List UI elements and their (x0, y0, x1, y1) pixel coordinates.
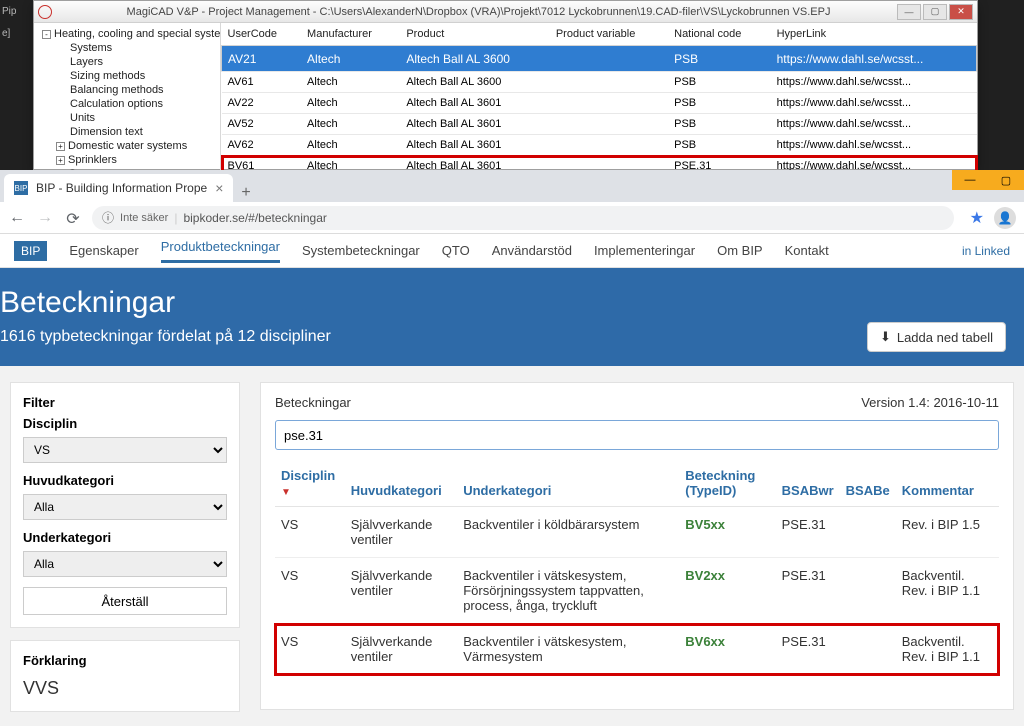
nav-item[interactable]: Egenskaper (69, 243, 138, 258)
browser-address-bar: ← → ⟳ ⓘ Inte säker | bipkoder.se/#/betec… (0, 202, 1024, 234)
site-nav: BIP Egenskaper Produktbeteckningar Syste… (0, 234, 1024, 268)
nav-item-active[interactable]: Produktbeteckningar (161, 239, 280, 263)
results-panel: Beteckningar Version 1.4: 2016-10-11 Dis… (260, 382, 1014, 710)
th-disciplin[interactable]: Disciplin ▼ (275, 460, 345, 507)
table-row[interactable]: AV52AltechAltech Ball AL 3601PSBhttps://… (222, 114, 977, 135)
magicad-grid[interactable]: UserCode Manufacturer Product Product va… (221, 23, 977, 171)
th-kommentar[interactable]: Kommentar (896, 460, 999, 507)
download-table-button[interactable]: ⬇ Ladda ned tabell (867, 322, 1006, 352)
autocad-left-ribbon: Pipe] (0, 0, 33, 170)
reload-button[interactable]: ⟳ (64, 209, 82, 227)
address-input[interactable]: ⓘ Inte säker | bipkoder.se/#/beteckninga… (92, 206, 954, 230)
sort-desc-icon: ▼ (281, 487, 291, 498)
filter-heading: Filter (23, 395, 227, 410)
table-row[interactable]: VSSjälvverkande ventilerBackventiler i v… (275, 558, 999, 624)
nav-item[interactable]: Användarstöd (492, 243, 572, 258)
minimize-button[interactable]: — (897, 4, 921, 20)
tree-item[interactable]: Dimension text (42, 125, 216, 139)
reset-button[interactable]: Återställ (23, 587, 227, 615)
hero-section: Beteckningar 1616 typbeteckningar fördel… (0, 268, 1024, 366)
filter-panel: Filter Disciplin VS Huvudkategori Alla U… (10, 382, 240, 628)
tree-item[interactable]: Sizing methods (42, 69, 216, 83)
huvudkategori-select[interactable]: Alla (23, 494, 227, 520)
version-label: Version 1.4: 2016-10-11 (861, 395, 999, 410)
table-row[interactable]: AV62AltechAltech Ball AL 3601PSBhttps://… (222, 135, 977, 156)
tree-item[interactable]: Sprinklers (68, 154, 117, 166)
table-row[interactable]: VSSjälvverkande ventilerBackventiler i v… (275, 624, 999, 675)
new-tab-button[interactable]: + (241, 184, 250, 202)
forklaring-panel: Förklaring VVS (10, 640, 240, 712)
col-manufacturer[interactable]: Manufacturer (301, 23, 400, 46)
tab-favicon: BIP (14, 181, 28, 195)
browser-maximize-button[interactable]: ▢ (988, 170, 1024, 190)
autocad-right-ribbon (978, 0, 1024, 170)
magicad-title: MagiCAD V&P - Project Management - C:\Us… (60, 6, 897, 18)
security-status: Inte säker (120, 212, 168, 224)
close-button[interactable]: ✕ (949, 4, 973, 20)
table-row[interactable]: AV61AltechAltech Ball AL 3600PSBhttps://… (222, 72, 977, 93)
download-icon: ⬇ (880, 329, 891, 345)
col-hyperlink[interactable]: HyperLink (771, 23, 977, 46)
magicad-tree[interactable]: -Heating, cooling and special system ▲ S… (34, 23, 221, 171)
tree-item[interactable]: Balancing methods (42, 83, 216, 97)
nav-item[interactable]: Om BIP (717, 243, 763, 258)
tree-item[interactable]: Calculation options (42, 97, 216, 111)
results-heading: Beteckningar (275, 395, 351, 410)
search-input[interactable] (275, 420, 999, 450)
maximize-button[interactable]: ▢ (923, 4, 947, 20)
linkedin-link[interactable]: in Linked (962, 244, 1010, 258)
site-logo[interactable]: BIP (14, 241, 47, 261)
th-bsabe[interactable]: BSABe (840, 460, 896, 507)
content-area: Filter Disciplin VS Huvudkategori Alla U… (0, 366, 1024, 726)
underkategori-select[interactable]: Alla (23, 551, 227, 577)
vvs-label: VVS (23, 678, 227, 699)
bookmark-star-icon[interactable]: ★ (970, 208, 984, 228)
table-row[interactable]: AV22AltechAltech Ball AL 3601PSBhttps://… (222, 93, 977, 114)
nav-item[interactable]: QTO (442, 243, 470, 258)
forklaring-heading: Förklaring (23, 653, 227, 668)
tree-item[interactable]: Systems (42, 41, 216, 55)
th-underkategori[interactable]: Underkategori (457, 460, 679, 507)
results-table: Disciplin ▼ Huvudkategori Underkategori … (275, 460, 999, 675)
back-button[interactable]: ← (8, 209, 26, 227)
underkategori-label: Underkategori (23, 530, 227, 545)
th-bsabwr[interactable]: BSABwr (776, 460, 840, 507)
table-row[interactable]: VSSjälvverkande ventilerBackventiler i k… (275, 507, 999, 558)
table-row[interactable]: AV21AltechAltech Ball AL 3600PSBhttps://… (222, 46, 977, 72)
th-beteckning[interactable]: Beteckning (TypeID) (679, 460, 775, 507)
magicad-titlebar[interactable]: MagiCAD V&P - Project Management - C:\Us… (34, 1, 977, 23)
browser-tab[interactable]: BIP BIP - Building Information Prope × (4, 174, 233, 202)
browser-minimize-button[interactable]: — (952, 170, 988, 190)
magicad-window: MagiCAD V&P - Project Management - C:\Us… (33, 0, 978, 170)
col-productvariable[interactable]: Product variable (550, 23, 668, 46)
tab-title: BIP - Building Information Prope (36, 181, 207, 195)
tab-close-icon[interactable]: × (215, 180, 223, 196)
col-nationalcode[interactable]: National code (668, 23, 770, 46)
url-text: bipkoder.se/#/beteckningar (183, 211, 326, 225)
disciplin-select[interactable]: VS (23, 437, 227, 463)
page-title: Beteckningar (0, 286, 1024, 320)
col-usercode[interactable]: UserCode (222, 23, 302, 46)
forward-button: → (36, 209, 54, 227)
profile-avatar[interactable]: 👤 (994, 207, 1016, 229)
nav-item[interactable]: Kontakt (785, 243, 829, 258)
browser-tab-bar[interactable]: BIP BIP - Building Information Prope × +… (0, 170, 1024, 202)
tree-item[interactable]: Domestic water systems (68, 140, 187, 152)
tree-item[interactable]: Layers (42, 55, 216, 69)
th-huvudkategori[interactable]: Huvudkategori (345, 460, 457, 507)
huvudkategori-label: Huvudkategori (23, 473, 227, 488)
tree-root[interactable]: Heating, cooling and special system (54, 28, 221, 40)
browser-window: BIP BIP - Building Information Prope × +… (0, 170, 1024, 726)
nav-item[interactable]: Implementeringar (594, 243, 695, 258)
disciplin-label: Disciplin (23, 416, 227, 431)
info-icon: ⓘ (102, 209, 114, 226)
magicad-icon (38, 5, 52, 19)
nav-item[interactable]: Systembeteckningar (302, 243, 420, 258)
tree-item[interactable]: Units (42, 111, 216, 125)
col-product[interactable]: Product (400, 23, 550, 46)
